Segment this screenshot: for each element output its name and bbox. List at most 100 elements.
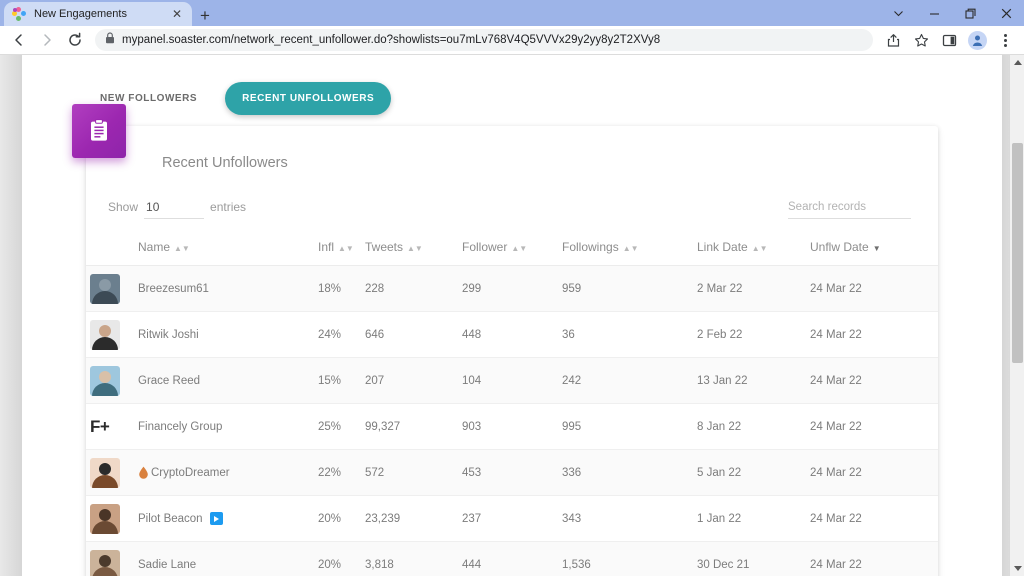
web-page: NEW FOLLOWERS RECENT UNFOLLOWERS Recent … <box>22 55 1002 576</box>
cell-avatar: F+ <box>86 403 138 450</box>
entries-count-input[interactable] <box>144 200 205 219</box>
cell-name[interactable]: CryptoDreamer <box>138 449 318 496</box>
table-body: Breezesum61 18% 228 299 959 2 Mar 22 24 Mar 22… <box>86 265 938 576</box>
scroll-up-icon[interactable] <box>1010 55 1024 70</box>
avatar <box>90 319 138 350</box>
cell-infl: 22% <box>318 449 365 496</box>
forward-icon <box>34 28 60 52</box>
play-badge-icon <box>209 512 223 525</box>
cell-infl: 20% <box>318 541 365 576</box>
reload-icon[interactable] <box>62 28 88 52</box>
cell-infl: 25% <box>318 403 365 450</box>
close-window-icon[interactable] <box>988 0 1024 26</box>
col-follower[interactable]: Follower ▲▼ <box>462 234 562 266</box>
cell-name[interactable]: Financely Group <box>138 403 318 450</box>
cell-followings: 336 <box>562 449 697 496</box>
cell-link-date: 2 Feb 22 <box>697 311 810 358</box>
address-bar[interactable]: mypanel.soaster.com/network_recent_unfol… <box>95 29 873 51</box>
recent-unfollowers-card: Recent Unfollowers Show entries <box>72 104 938 576</box>
cell-avatar <box>86 495 138 542</box>
brand-logo-text: F+ <box>90 416 110 436</box>
cell-unflw-date: 24 Mar 22 <box>810 403 938 450</box>
tab-favicon-icon <box>12 7 26 21</box>
cell-unflw-date: 24 Mar 22 <box>810 495 938 542</box>
table-row[interactable]: Sadie Lane 20% 3,818 444 1,536 30 Dec 21 24 Ma… <box>86 541 938 576</box>
cell-name[interactable]: Ritwik Joshi <box>138 311 318 358</box>
page-title: Recent Unfollowers <box>162 155 288 171</box>
cell-infl: 18% <box>318 265 365 312</box>
maximize-restore-icon[interactable] <box>952 0 988 26</box>
cell-name[interactable]: Grace Reed <box>138 357 318 404</box>
show-entries-group: Show entries <box>108 200 246 219</box>
scroll-down-icon[interactable] <box>1010 561 1024 576</box>
page-scrollbar[interactable] <box>1009 55 1024 576</box>
cell-name[interactable]: Breezesum61 <box>138 265 318 312</box>
cell-link-date: 5 Jan 22 <box>697 449 810 496</box>
chevron-down-icon[interactable] <box>880 0 916 26</box>
avatar <box>90 457 138 488</box>
scrollbar-thumb[interactable] <box>1012 143 1023 363</box>
table-row[interactable]: F+ Financely Group 25% 99,327 903 995 8 Jan 22… <box>86 403 938 450</box>
col-name[interactable]: Name ▲▼ <box>138 234 318 266</box>
cell-unflw-date: 24 Mar 22 <box>810 311 938 358</box>
avatar <box>90 549 138 576</box>
cell-tweets: 207 <box>365 357 462 404</box>
profile-avatar[interactable] <box>964 28 990 52</box>
browser-toolbar: mypanel.soaster.com/network_recent_unfol… <box>0 26 1024 55</box>
entries-label: entries <box>210 200 247 214</box>
table-row[interactable]: Breezesum61 18% 228 299 959 2 Mar 22 24 Mar 22 <box>86 265 938 312</box>
cell-name[interactable]: Sadie Lane <box>138 541 318 576</box>
user-name: Grace Reed <box>138 374 201 387</box>
table-head: Name ▲▼ Infl ▲▼ Tweets ▲▼ Follower ▲▼ Follow… <box>86 234 938 266</box>
cell-infl: 15% <box>318 357 365 404</box>
col-unflw-date[interactable]: Unflw Date ▼ <box>810 234 938 266</box>
sort-icon: ▲▼ <box>407 244 423 253</box>
cell-name[interactable]: Pilot Beacon <box>138 495 318 542</box>
table-row[interactable]: Ritwik Joshi 24% 646 448 36 2 Feb 22 24 Mar 22 <box>86 311 938 358</box>
sort-icon: ▲▼ <box>174 244 190 253</box>
back-icon[interactable] <box>6 28 32 52</box>
cell-link-date: 1 Jan 22 <box>697 495 810 542</box>
cell-tweets: 228 <box>365 265 462 312</box>
chrome-menu-icon[interactable] <box>992 28 1018 52</box>
table-row[interactable]: Grace Reed 15% 207 104 242 13 Jan 22 24 Mar 22 <box>86 357 938 404</box>
table-controls: Show entries <box>108 193 911 219</box>
show-label: Show <box>108 200 139 214</box>
col-infl[interactable]: Infl ▲▼ <box>318 234 365 266</box>
side-panel-icon[interactable] <box>936 28 962 52</box>
sort-icon: ▲▼ <box>751 244 768 253</box>
tab-recent-unfollowers[interactable]: RECENT UNFOLLOWERS <box>225 81 392 115</box>
table-row[interactable]: CryptoDreamer 22% 572 453 336 5 Jan 22 24 Mar … <box>86 449 938 496</box>
cell-link-date: 30 Dec 21 <box>697 541 810 576</box>
new-tab-button[interactable]: + <box>192 4 218 26</box>
search-input[interactable] <box>788 201 911 219</box>
table-row[interactable]: Pilot Beacon 20% 23,239 237 343 1 Jan 22 24 Ma… <box>86 495 938 542</box>
cell-follower: 453 <box>462 449 562 496</box>
cell-tweets: 3,818 <box>365 541 462 576</box>
cell-follower: 448 <box>462 311 562 358</box>
cell-tweets: 646 <box>365 311 462 358</box>
col-tweets[interactable]: Tweets ▲▼ <box>365 234 462 266</box>
share-icon[interactable] <box>880 28 906 52</box>
user-name: Ritwik Joshi <box>138 328 199 341</box>
avatar <box>90 503 138 534</box>
browser-titlebar: New Engagements ✕ + <box>0 0 1024 26</box>
bookmark-star-icon[interactable] <box>908 28 934 52</box>
cell-tweets: 99,327 <box>365 403 462 450</box>
user-name: Breezesum61 <box>138 282 209 295</box>
cell-unflw-date: 24 Mar 22 <box>810 449 938 496</box>
cell-follower: 299 <box>462 265 562 312</box>
col-link-date[interactable]: Link Date ▲▼ <box>697 234 810 266</box>
cell-avatar <box>86 541 138 576</box>
window-controls <box>880 0 1024 26</box>
browser-tab[interactable]: New Engagements ✕ <box>4 2 192 26</box>
section-tabs: NEW FOLLOWERS RECENT UNFOLLOWERS <box>22 81 1002 115</box>
clipboard-icon <box>72 104 126 158</box>
avatar <box>90 273 138 304</box>
cell-tweets: 23,239 <box>365 495 462 542</box>
left-gutter <box>0 55 22 576</box>
droplet-icon <box>138 466 149 479</box>
col-followings[interactable]: Followings ▲▼ <box>562 234 697 266</box>
close-tab-icon[interactable]: ✕ <box>170 7 184 21</box>
minimize-icon[interactable] <box>916 0 952 26</box>
